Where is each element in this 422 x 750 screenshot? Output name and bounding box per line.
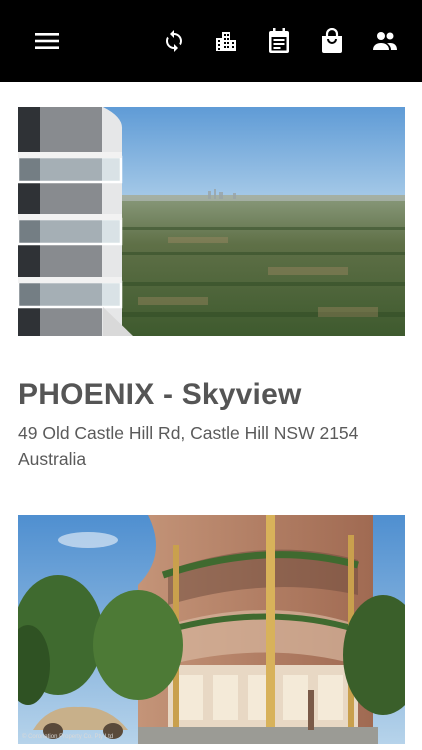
app-bar (0, 0, 422, 82)
people-button[interactable] (368, 24, 402, 58)
photo-copyright: © Coronation Property Co. Pty Ltd (22, 734, 114, 740)
shop-button[interactable] (315, 24, 349, 58)
people-icon (373, 32, 397, 50)
sync-button[interactable] (157, 24, 191, 58)
address-line-2: Australia (18, 449, 87, 469)
menu-button[interactable] (30, 24, 64, 58)
calendar-button[interactable] (262, 24, 296, 58)
buildings-button[interactable] (209, 24, 243, 58)
listing-title[interactable]: PHOENIX - Skyview (18, 378, 408, 412)
listing-image-skyview[interactable] (18, 107, 405, 336)
shopping-bag-icon (322, 28, 342, 53)
calendar-notes-icon (269, 28, 289, 53)
building-photo (18, 515, 405, 744)
address-line-1: 49 Old Castle Hill Rd, Castle Hill NSW 2… (18, 423, 359, 443)
sync-icon (166, 30, 182, 52)
buildings-icon (216, 32, 236, 51)
skyview-photo (18, 107, 405, 336)
listing-address: 49 Old Castle Hill Rd, Castle Hill NSW 2… (18, 420, 398, 472)
menu-icon (35, 33, 59, 49)
listing-image-2[interactable]: © Coronation Property Co. Pty Ltd (18, 515, 405, 744)
